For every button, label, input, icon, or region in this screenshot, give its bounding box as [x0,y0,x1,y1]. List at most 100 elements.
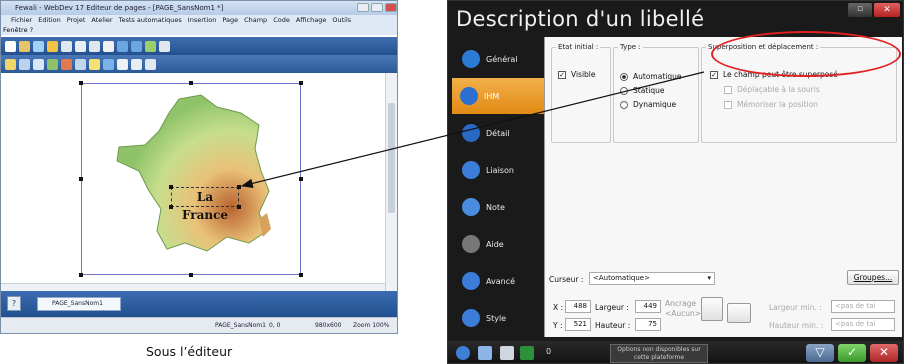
menu-item[interactable]: Edition [38,16,61,24]
largeur-min-field[interactable]: <pas de tai [831,300,895,313]
save-icon[interactable] [33,40,44,52]
minimize-button[interactable] [357,3,369,12]
help-icon[interactable] [456,346,470,360]
tab-aide[interactable]: Aide [454,226,544,262]
button-tool-icon[interactable] [33,58,44,70]
edit-tool-icon[interactable] [19,58,30,70]
cell-tool-icon[interactable] [103,58,114,70]
copy-icon[interactable] [89,40,100,52]
status-coords: 0, 0 [269,322,281,329]
open-icon[interactable] [19,40,30,52]
go-icon[interactable] [145,40,156,52]
editor-title: Fewali - WebDev 17 Editeur de pages - [P… [15,4,224,12]
hauteur-min-field[interactable]: <pas de tai [831,318,895,331]
hauteur-label: Hauteur : [595,321,631,330]
menu-item[interactable]: Insertion [188,16,217,24]
horizontal-scrollbar[interactable] [1,283,385,291]
y-field[interactable]: 521 [565,318,591,331]
ok-button[interactable]: ✓ [838,344,866,362]
memoriser-checkbox[interactable]: Mémoriser la position [724,100,818,109]
folder-icon[interactable] [47,40,58,52]
link-tool-icon[interactable] [89,58,100,70]
r-icon[interactable] [520,346,534,360]
undo-icon[interactable] [117,40,128,52]
menu-item[interactable]: Code [273,16,290,24]
largeur-min-value: <pas de tai [835,302,876,310]
ihm-panel: Etat initial : ✓ Visible Type : Automati… [544,37,902,337]
check-tool-icon[interactable] [117,58,128,70]
menu-item[interactable]: Projet [67,16,86,24]
tab-liaison[interactable]: Liaison [454,152,544,188]
list-tool-icon[interactable] [145,58,156,70]
tab-detail[interactable]: Détail [454,115,544,151]
menu-item[interactable]: Tests automatiques [119,16,182,24]
redo-icon[interactable] [131,40,142,52]
menu-item[interactable]: Outils [332,16,351,24]
editor-status-bar: PAGE_SansNom1 0, 0 980x600 Zoom 100% [1,317,397,333]
ancrage-icon[interactable] [701,297,723,321]
new-icon[interactable] [5,40,16,52]
deplacable-checkbox[interactable]: Déplaçable à la souris [724,85,820,94]
image-tool-icon[interactable] [47,58,58,70]
tab-label: Avancé [486,276,516,286]
groupes-button[interactable]: Groupes... [847,270,899,285]
type-dynamique-radio[interactable]: Dynamique [620,100,676,109]
resize-handle[interactable] [189,273,193,277]
curseur-select[interactable]: <Automatique> ▾ [589,272,715,285]
hauteur-field[interactable]: 75 [635,318,661,331]
resize-handle[interactable] [79,177,83,181]
editor-menu-bar-2[interactable]: Fenêtre ? [1,25,397,35]
menu-item[interactable]: Page [222,16,238,24]
tab-general[interactable]: Général [454,41,544,77]
radio-tool-icon[interactable] [131,58,142,70]
close-button[interactable] [385,3,397,12]
print-icon[interactable] [61,40,72,52]
group-title: Etat initial : [556,43,601,51]
options-button[interactable]: ▽ [806,344,834,362]
paste-icon[interactable] [103,40,114,52]
resize-handle[interactable] [299,81,303,85]
menu-item[interactable]: Fichier [11,16,32,24]
la-france-label[interactable]: La France [171,187,239,222]
combo-tool-icon[interactable] [75,58,86,70]
type-statique-radio[interactable]: Statique [620,86,664,95]
type-automatique-radio[interactable]: Automatique [620,72,681,81]
x-field[interactable]: 488 [565,300,591,313]
resize-handle[interactable] [237,185,241,189]
resize-handle[interactable] [189,81,193,85]
tab-ihm[interactable]: IHM [452,78,544,114]
help-icon[interactable]: ? [7,296,21,311]
help-icon [462,235,480,253]
resize-handle[interactable] [299,273,303,277]
tab-label: Aide [486,239,504,249]
ancrage-picker-icon[interactable] [727,303,751,323]
menu-item[interactable]: Champ [244,16,267,24]
vertical-scrollbar[interactable] [385,73,397,291]
page-tab[interactable]: PAGE_SansNom1 [37,297,121,311]
tab-note[interactable]: Note [454,189,544,225]
label-tool-icon[interactable] [5,58,16,70]
menu-item[interactable]: Atelier [91,16,112,24]
tab-label: IHM [484,91,500,101]
resize-handle[interactable] [79,273,83,277]
cancel-button[interactable]: ✕ [870,344,898,362]
window-icon[interactable] [478,346,492,360]
minimize-button[interactable]: ▫ [848,3,872,17]
tab-style[interactable]: Style [454,300,544,336]
largeur-field[interactable]: 449 [635,300,661,313]
cut-icon[interactable] [75,40,86,52]
visible-checkbox[interactable]: ✓ Visible [558,70,596,79]
mail-icon[interactable] [500,346,514,360]
search-icon[interactable] [159,40,170,52]
resize-handle[interactable] [169,205,173,209]
close-button[interactable]: ✕ [874,3,900,17]
resize-handle[interactable] [169,185,173,189]
dialog-footer: 0 Options non disponibles sur cette plat… [448,341,903,363]
resize-handle[interactable] [299,177,303,181]
table-tool-icon[interactable] [61,58,72,70]
maximize-button[interactable] [371,3,383,12]
resize-handle[interactable] [237,205,241,209]
tab-avance[interactable]: Avancé [454,263,544,299]
menu-item[interactable]: Affichage [296,16,327,24]
resize-handle[interactable] [79,81,83,85]
